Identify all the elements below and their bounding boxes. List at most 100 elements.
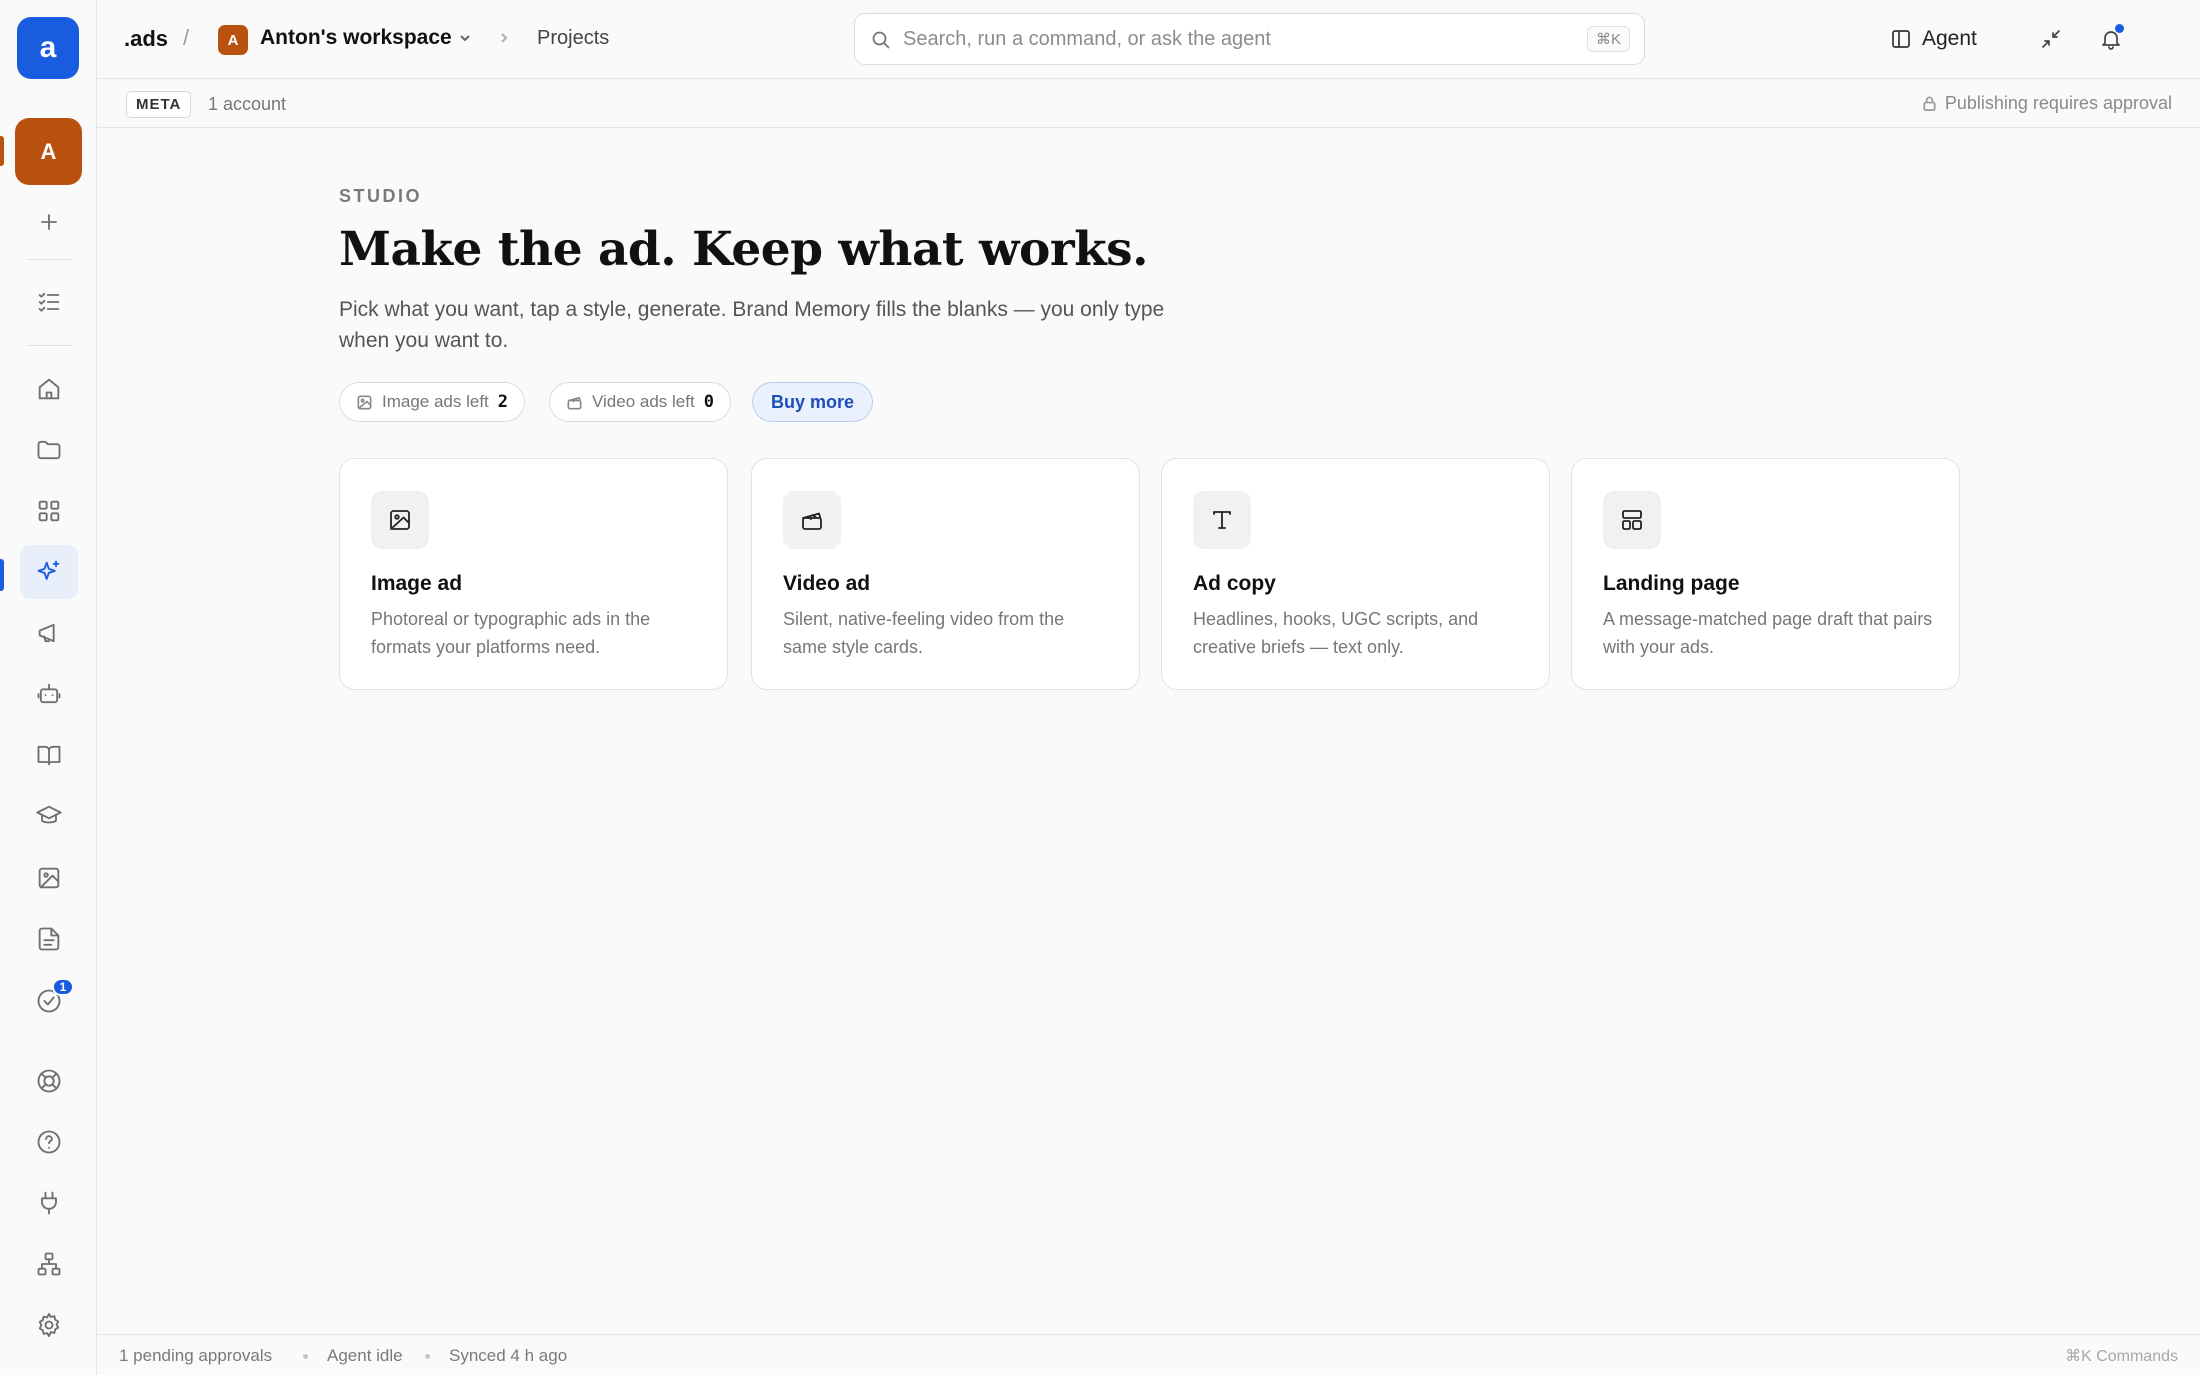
search-icon: [872, 31, 890, 49]
status-separator: [425, 1354, 430, 1359]
sidebar-item-campaigns[interactable]: [20, 606, 78, 660]
image-icon: [390, 510, 410, 530]
image-quota-label: Image ads left: [382, 392, 489, 411]
type-icon: [1213, 511, 1231, 529]
card-description: A message-matched page draft that pairs …: [1603, 609, 1933, 657]
approval-note-text: Publishing requires approval: [1944, 93, 2172, 113]
add-workspace-button[interactable]: [20, 195, 78, 249]
page-title: Make the ad. Keep what works.: [339, 222, 1148, 277]
sidebar-item-assets[interactable]: [20, 851, 78, 905]
agent-panel-button[interactable]: Agent: [1890, 20, 1977, 58]
settings-button[interactable]: [20, 1298, 78, 1352]
file-text-icon: [38, 927, 60, 951]
life-buoy-icon: [37, 1069, 61, 1093]
home-icon: [38, 378, 60, 400]
lock-icon: [1923, 96, 1936, 111]
chevron-right-icon: [501, 33, 508, 43]
breadcrumb-separator: /: [183, 25, 190, 50]
sidebar-item-library[interactable]: [20, 728, 78, 782]
workspace-name[interactable]: Anton's workspace: [260, 26, 452, 50]
account-count: 1 account: [208, 94, 287, 114]
status-separator: [303, 1354, 308, 1359]
book-open-icon: [37, 745, 61, 766]
bot-icon: [37, 683, 61, 704]
card-icon-wrap: [1193, 491, 1251, 549]
org-structure-button[interactable]: [20, 1237, 78, 1291]
megaphone-icon: [38, 623, 55, 643]
layout-icon: [1622, 510, 1642, 530]
grid-icon: [38, 500, 60, 522]
search-input[interactable]: [903, 25, 1553, 53]
approvals-badge: 1: [52, 978, 74, 996]
clapperboard-icon: [567, 396, 582, 409]
account-bar: META 1 account Publishing requires appro…: [97, 79, 2200, 128]
card-icon-wrap: [371, 491, 429, 549]
image-icon: [38, 867, 60, 889]
sidebar-item-studio[interactable]: [20, 545, 78, 599]
workspace-switcher-button[interactable]: A: [15, 118, 82, 185]
image-quota-value: 2: [497, 392, 509, 412]
sidebar-item-documents[interactable]: [20, 912, 78, 966]
plus-icon: [41, 214, 57, 230]
sidebar-item-approvals[interactable]: 1: [20, 974, 78, 1028]
integrations-button[interactable]: [20, 1176, 78, 1230]
notifications-button[interactable]: [2094, 22, 2128, 56]
publishing-approval-note: Publishing requires approval: [1921, 93, 2172, 114]
top-bar: .ads / A Anton's workspace Projects ⌘K A…: [97, 0, 2200, 79]
commands-hint[interactable]: ⌘K Commands: [2065, 1346, 2178, 1366]
panel-left-icon: [1892, 30, 1910, 48]
clapperboard-icon: [802, 512, 822, 530]
help-button[interactable]: [20, 1115, 78, 1169]
search-shortcut: ⌘K: [1586, 26, 1630, 52]
minimize-icon: [2042, 30, 2060, 48]
rail-divider: [26, 259, 72, 260]
image-quota-pill: Image ads left 2: [339, 382, 526, 422]
section-eyebrow: STUDIO: [339, 186, 423, 206]
video-quota-value: 0: [703, 392, 714, 412]
card-icon-wrap: [783, 491, 841, 549]
sidebar-item-home[interactable]: [20, 362, 78, 416]
video-ad-card[interactable]: Video ad Silent, native-feeling video fr…: [751, 458, 1140, 690]
active-item-marker: [0, 559, 4, 591]
left-rail: a A 1: [0, 0, 97, 1375]
workspace-active-marker: [0, 136, 4, 166]
card-title: Ad copy: [1193, 572, 1276, 595]
breadcrumb-projects[interactable]: Projects: [537, 27, 609, 50]
command-search[interactable]: ⌘K: [854, 13, 1645, 65]
checklist-icon: [38, 292, 60, 312]
sparkles-icon: [37, 560, 60, 580]
platform-tag[interactable]: META: [126, 91, 192, 118]
sync-status: Synced 4 h ago: [449, 1346, 568, 1365]
rail-divider: [26, 345, 72, 346]
support-button[interactable]: [20, 1054, 78, 1108]
brand-name[interactable]: .ads: [124, 26, 168, 52]
pending-approvals-status[interactable]: 1 pending approvals: [119, 1346, 272, 1366]
sitemap-icon: [37, 1252, 61, 1276]
video-quota-pill: Video ads left 0: [549, 382, 731, 422]
collapse-button[interactable]: [2034, 22, 2068, 56]
card-title: Image ad: [371, 572, 463, 595]
chevron-down-icon[interactable]: [457, 30, 473, 46]
sidebar-item-agents[interactable]: [20, 667, 78, 721]
video-quota-label: Video ads left: [592, 392, 695, 411]
sidebar-item-learn[interactable]: [20, 789, 78, 843]
image-ad-card[interactable]: Image ad Photoreal or typographic ads in…: [339, 458, 728, 690]
buy-more-button[interactable]: Buy more: [752, 382, 874, 422]
help-circle-icon: [37, 1130, 61, 1154]
card-title: Landing page: [1603, 572, 1740, 595]
card-description: Headlines, hooks, UGC scripts, and creat…: [1193, 609, 1479, 657]
landing-page-card[interactable]: Landing page A message-matched page draf…: [1571, 458, 1960, 690]
sidebar-item-projects[interactable]: [20, 423, 78, 477]
workspace-avatar: A: [218, 25, 248, 55]
agent-label: Agent: [1922, 27, 1977, 50]
page-subtitle: Pick what you want, tap a style, generat…: [339, 298, 1165, 352]
card-title: Video ad: [783, 572, 871, 595]
tasks-button[interactable]: [20, 275, 78, 329]
sidebar-item-apps[interactable]: [20, 484, 78, 538]
card-icon-wrap: [1603, 491, 1661, 549]
app-logo[interactable]: a: [17, 17, 79, 79]
image-icon: [357, 395, 372, 409]
ad-copy-card[interactable]: Ad copy Headlines, hooks, UGC scripts, a…: [1161, 458, 1550, 690]
card-description: Silent, native-feeling video from the sa…: [783, 609, 1065, 657]
status-bar: 1 pending approvals Agent idle Synced 4 …: [97, 1334, 2200, 1375]
